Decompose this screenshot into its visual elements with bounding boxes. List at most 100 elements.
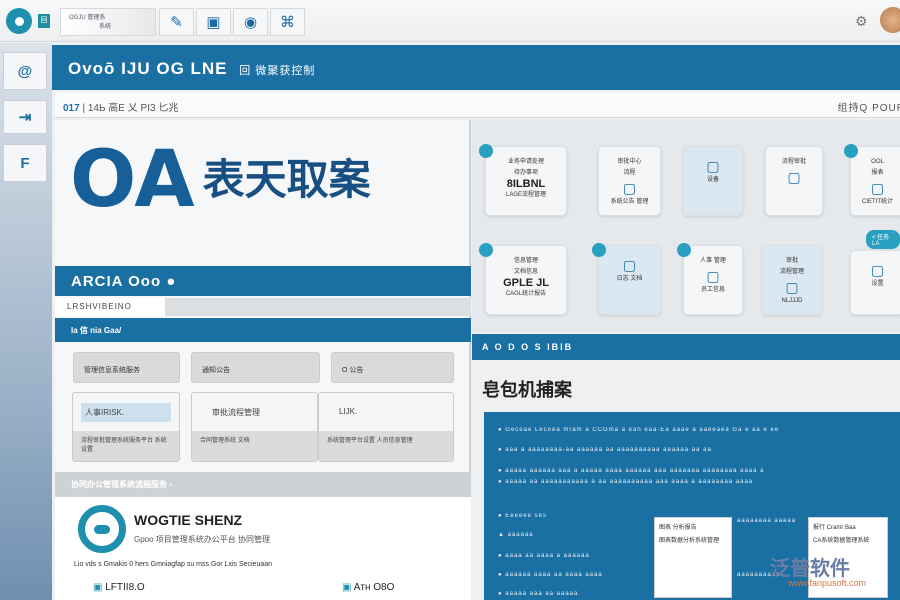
card[interactable]: 人事IRISK. 流程审批管理系统服务平台 系统设置 [72, 392, 180, 462]
feature-tile[interactable]: 流程审批▢ [765, 146, 823, 216]
info-card-desc: CA系统数据管理系统 [813, 535, 883, 548]
sidebar-item-at[interactable]: @ [3, 52, 47, 90]
section-band-2: Ia 信 nia Gaa/ [55, 318, 471, 342]
tag-badge[interactable]: < 任务LA [866, 230, 900, 249]
sub-nav-code[interactable]: 017 [63, 103, 80, 114]
tile-badge-icon [592, 243, 606, 257]
tile-foot: NLJJJD [763, 296, 821, 307]
info-line: ● aaaaa aaaaaa aaa a aaaaa aaaa aaaaaa a… [498, 468, 764, 474]
info-line: ● aaaa aa aaaa a aaaaaa [498, 553, 590, 559]
card-desc: 系统管理平台设置 人员信息管理 [319, 431, 453, 461]
feature-tile[interactable]: 人事 管理▢员工信息 [683, 245, 743, 315]
tile-head: 业务申请处理 [486, 157, 566, 168]
tile-icon: ▢ [684, 267, 742, 285]
stat-value: LFTII8.O [105, 582, 144, 593]
hero-oa: OA [70, 135, 195, 225]
app-logo[interactable] [6, 8, 32, 34]
feature-tile[interactable]: ▢设置 [850, 250, 900, 315]
profile-logo-icon [78, 505, 126, 553]
profile-line: Lio vds s Gmakis 0 hers Gmniagfap su mss… [74, 561, 272, 568]
tile-sub: 报表 [851, 168, 900, 179]
section-link-bar[interactable]: 协同办公管理系统流程服务 › [55, 472, 471, 497]
card[interactable]: 管理信息系统服务 [73, 352, 180, 383]
info-card-title: 报行 Cramr Baa [813, 522, 883, 535]
toolbar-title-box[interactable]: OGJU 管理系 系统 [60, 8, 156, 36]
tile-sub: 人事 管理 [684, 256, 742, 267]
feature-tile[interactable]: OOL报表▢CIETIT统计 [850, 146, 900, 216]
inbox-icon: ⇥ [19, 108, 32, 126]
edit-icon[interactable]: ✎ [159, 8, 194, 36]
header-subtitle: 回 微聚获控制 [239, 65, 315, 77]
tile-icon: ▢ [766, 168, 822, 186]
feature-tile[interactable]: 审批中心流程▢系统公告 管理 [598, 146, 661, 216]
tile-head: 信息管理 [486, 256, 566, 267]
sidebar-item-file[interactable]: F [3, 144, 47, 182]
sub-nav-right[interactable]: 组持Q POUR [838, 99, 900, 114]
file-icon: F [20, 155, 29, 172]
tile-icon: ▢ [851, 261, 900, 279]
tile-badge-icon [844, 144, 858, 158]
stat-value: Aтн O8O [354, 582, 395, 593]
app-badge-icon: 回 [38, 14, 50, 28]
at-icon: @ [18, 63, 33, 80]
tile-badge-icon [479, 144, 493, 158]
tile-foot: 日志 文档 [599, 274, 660, 285]
right-section-band: A O D O S IBIB [472, 334, 900, 360]
info-card-desc: 图表数据分析系统管理 [659, 535, 727, 548]
section-band: ARCIA Ooo ● [55, 266, 471, 296]
info-line: ● aaaaa aa aaaaaaaaaaa a aa aaaaaaaaaa a… [498, 479, 753, 485]
right-section-title: 皂包机捕案 [482, 376, 572, 402]
sidebar-item-inbox[interactable]: ⇥ [3, 100, 47, 134]
info-text: aaaaaaaa aaaaa [737, 518, 796, 524]
watermark-url: www.fanpusoft.com [788, 578, 866, 588]
stat-1: ▣ LFTII8.O [93, 582, 145, 593]
tile-foot: 设备 [684, 175, 742, 186]
sub-nav-items[interactable]: | 14Ь 高E 乂 PI3 匕兆 [82, 103, 178, 114]
card[interactable]: 审批流程管理合同管理系统 文档 [191, 392, 318, 462]
card-title: 审批流程管理 [212, 407, 297, 418]
chart-icon[interactable]: ▣ [196, 8, 231, 36]
tile-sub: 流程 [599, 168, 660, 179]
tile-icon: ▢ [684, 157, 742, 175]
info-line: ● aaa a aaaaaaaa-aa aaaaaa aa aaaaaaaaaa… [498, 447, 712, 453]
hero-subtitle: 表天取案 [203, 155, 371, 204]
eye-icon[interactable]: ◉ [233, 8, 268, 36]
tile-badge-icon [479, 243, 493, 257]
card-title: 人事IRISK. [81, 403, 171, 422]
card[interactable]: LIJK. 系统管理平台设置 人员信息管理 [318, 392, 454, 462]
feature-tile[interactable]: 业务申请处理待办事项8ILBNLLAGE流程管理 [485, 146, 567, 216]
feature-tile[interactable]: 信息管理文档信息GPLE JLCAGL统计报告 [485, 245, 567, 315]
info-line: ▲ aaaaaa [498, 532, 534, 538]
info-card[interactable]: 图表 分析报告图表数据分析系统管理 [654, 517, 732, 598]
network-icon[interactable]: ⌘ [270, 8, 305, 36]
card[interactable]: 通知公告 [191, 352, 320, 383]
tile-icon: ▢ [599, 256, 660, 274]
feature-tile[interactable]: ▢日志 文档 [598, 245, 661, 315]
tile-big: 8ILBNL [486, 179, 566, 190]
feature-tile[interactable]: 审批流程管理▢NLJJJD [762, 245, 822, 315]
tile-icon: ▢ [851, 179, 900, 197]
toolbar-subtext: 系统 [69, 23, 147, 32]
feature-tile[interactable]: ▢设备 [683, 146, 743, 216]
square-bullet-icon: ▣ [342, 582, 354, 593]
stat-2: ▣ Aтн O8O [342, 582, 394, 593]
tile-head: OOL [851, 157, 900, 168]
info-line: ● Eeeeee ses [498, 513, 547, 519]
tile-foot: CIETIT统计 [851, 197, 900, 208]
settings-gear-icon[interactable]: ⚙ [855, 13, 868, 30]
card-title: LIJK. [339, 407, 433, 416]
tile-foot: LAGE流程管理 [486, 190, 566, 201]
user-avatar[interactable] [880, 7, 900, 33]
tile-icon: ▢ [599, 179, 660, 197]
info-card-title: 图表 分析报告 [659, 522, 727, 535]
info-line: ● Geceae Leceea mram a CCGma a ean eaa-E… [498, 427, 779, 433]
card[interactable]: O 公告 [331, 352, 454, 383]
card-desc: 流程审批管理系统服务平台 系统设置 [73, 431, 179, 461]
main-header: Ovoō IJU OG LNE 回 微聚获控制 [52, 45, 900, 90]
tile-foot: 设置 [851, 279, 900, 290]
tab-active[interactable]: LRSHVIBEINO [55, 298, 165, 316]
profile-name: WOGTIE SHENZ [134, 512, 242, 528]
watermark-logo: 泛普软件 [770, 552, 850, 581]
tile-sub: 流程管理 [763, 267, 821, 278]
profile-desc: Gpoo 项目管理系统办公平台 协同管理 [134, 534, 270, 545]
